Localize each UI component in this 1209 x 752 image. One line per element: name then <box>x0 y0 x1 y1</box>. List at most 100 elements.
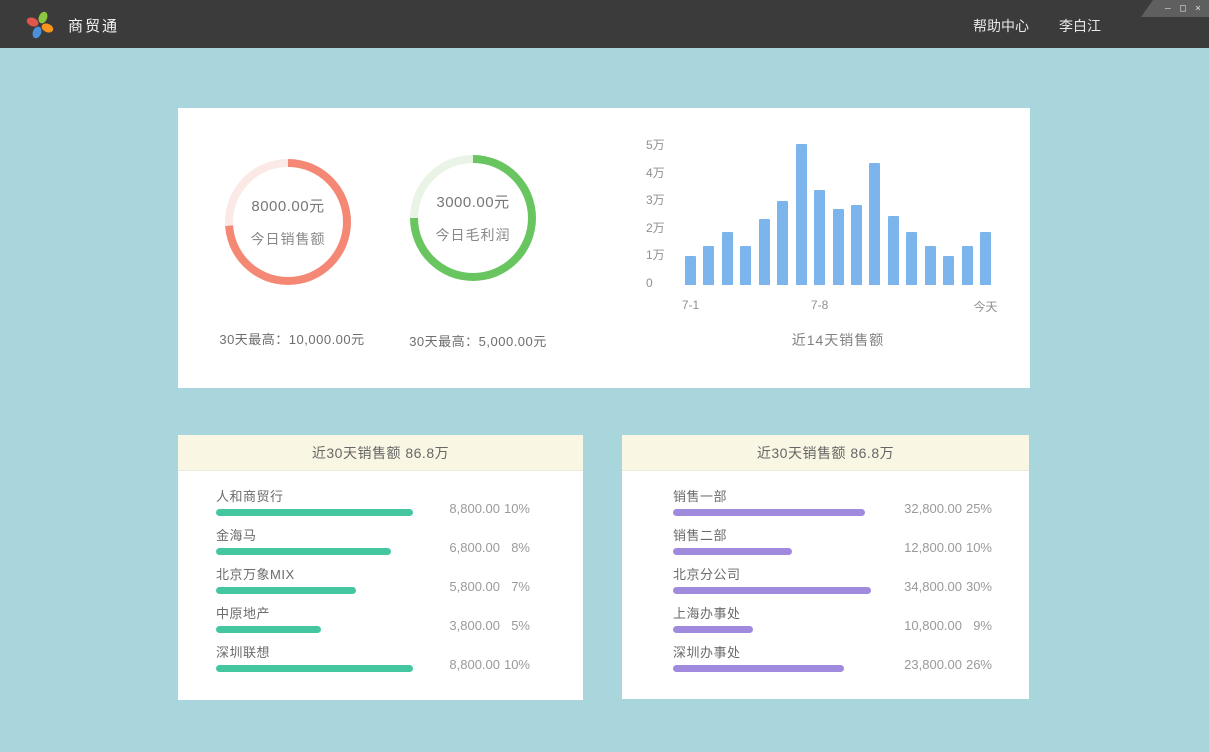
item-values: 23,800.0026% <box>887 657 992 673</box>
item-values: 8,800.0010% <box>425 657 530 673</box>
help-center-link[interactable]: 帮助中心 <box>973 16 1029 36</box>
list-item: 销售一部32,800.0025% <box>673 488 1029 516</box>
item-percent: 10% <box>500 657 530 673</box>
item-percent: 10% <box>500 501 530 517</box>
titlebar-menu: 帮助中心 李白江 <box>973 16 1101 36</box>
app-logo-pinwheel-icon <box>24 9 56 41</box>
list-item: 上海办事处10,800.009% <box>673 605 1029 633</box>
sales-day-bar <box>740 246 751 285</box>
overview-card: 8000.00元 今日销售额 30天最高：10,000.00元 3000.00元… <box>178 108 1030 388</box>
y-tick-label: 3万 <box>646 191 680 209</box>
list-item: 深圳联想8,800.0010% <box>216 644 583 672</box>
item-bar <box>673 626 753 633</box>
item-values: 32,800.0025% <box>887 501 992 517</box>
y-tick-label: 4万 <box>646 164 680 182</box>
today-sales-donut-center: 8000.00元 今日销售额 <box>225 159 351 285</box>
y-tick-label: 2万 <box>646 219 680 237</box>
item-amount: 34,800.00 <box>887 579 962 595</box>
today-profit-value: 3000.00元 <box>436 191 509 212</box>
item-bar <box>673 665 844 672</box>
app-title: 商贸通 <box>68 15 119 36</box>
item-percent: 30% <box>962 579 992 595</box>
x-tick-label: 今天 <box>974 298 998 315</box>
today-sales-donut: 8000.00元 今日销售额 <box>225 159 351 285</box>
profit-30d-max: 30天最高：5,000.00元 <box>388 331 568 350</box>
item-amount: 12,800.00 <box>887 540 962 556</box>
item-amount: 6,800.00 <box>425 540 500 556</box>
titlebar: 商贸通 帮助中心 李白江 — □ × <box>0 0 1209 48</box>
sales-day-bar <box>980 232 991 285</box>
customers-list: 人和商贸行8,800.0010% 金海马6,800.008% 北京万象MIX5,80… <box>178 471 583 672</box>
sales-day-bar <box>759 219 770 285</box>
item-bar <box>216 548 391 555</box>
item-values: 34,800.0030% <box>887 579 992 595</box>
sales-day-bar <box>722 232 733 285</box>
item-values: 3,800.005% <box>425 618 530 634</box>
bar-chart-title: 近14天销售额 <box>685 330 991 350</box>
today-profit-donut-center: 3000.00元 今日毛利润 <box>410 155 536 281</box>
customers-card-title: 近30天销售额 86.8万 <box>178 435 583 471</box>
list-item: 人和商贸行8,800.0010% <box>216 488 583 516</box>
list-item: 金海马6,800.008% <box>216 527 583 555</box>
y-tick-label: 0 <box>646 274 680 292</box>
item-bar <box>673 548 792 555</box>
departments-30d-card: 近30天销售额 86.8万 销售一部32,800.0025% 销售二部12,800… <box>622 435 1029 699</box>
sales-day-bar <box>685 256 696 285</box>
item-bar <box>673 587 871 594</box>
sales-day-bar <box>703 246 714 285</box>
item-amount: 5,800.00 <box>425 579 500 595</box>
today-profit-label: 今日毛利润 <box>436 225 511 245</box>
username-menu[interactable]: 李白江 <box>1059 16 1101 36</box>
sales-day-bar <box>943 256 954 285</box>
item-values: 5,800.007% <box>425 579 530 595</box>
item-values: 6,800.008% <box>425 540 530 556</box>
y-tick-label: 5万 <box>646 136 680 154</box>
sales-day-bar <box>925 246 936 285</box>
item-amount: 23,800.00 <box>887 657 962 673</box>
list-item: 中原地产3,800.005% <box>216 605 583 633</box>
list-item: 深圳办事处23,800.0026% <box>673 644 1029 672</box>
close-icon[interactable]: × <box>1195 1 1201 16</box>
departments-list: 销售一部32,800.0025% 销售二部12,800.0010% 北京分公司34,… <box>622 471 1029 672</box>
item-percent: 26% <box>962 657 992 673</box>
minimize-icon[interactable]: — <box>1165 1 1171 16</box>
sales-day-bar <box>796 144 807 285</box>
departments-card-title: 近30天销售额 86.8万 <box>622 435 1029 471</box>
item-bar <box>216 665 413 672</box>
sales-day-bar <box>833 209 844 285</box>
item-amount: 10,800.00 <box>887 618 962 634</box>
today-profit-donut: 3000.00元 今日毛利润 <box>410 155 536 281</box>
item-amount: 32,800.00 <box>887 501 962 517</box>
item-bar <box>216 509 413 516</box>
x-tick-label: 7-1 <box>682 298 699 312</box>
sales-day-bar <box>814 190 825 285</box>
sales-day-bar <box>869 163 880 285</box>
item-percent: 9% <box>962 618 992 634</box>
window-controls: — □ × <box>1141 0 1209 17</box>
sales-day-bar <box>962 246 973 285</box>
sales-14d-bar-chart: 5万4万3万2万1万0 7-17-8今天 近14天销售额 <box>638 136 1008 386</box>
item-bar <box>216 626 321 633</box>
today-sales-label: 今日销售额 <box>251 229 326 249</box>
bars <box>685 144 991 285</box>
item-values: 12,800.0010% <box>887 540 992 556</box>
item-amount: 8,800.00 <box>425 657 500 673</box>
sales-day-bar <box>851 205 862 285</box>
item-bar <box>673 509 865 516</box>
sales-30d-max: 30天最高：10,000.00元 <box>202 329 382 348</box>
sales-day-bar <box>777 201 788 285</box>
maximize-icon[interactable]: □ <box>1180 1 1186 16</box>
sales-day-bar <box>906 232 917 285</box>
sales-day-bar <box>888 216 899 285</box>
y-tick-label: 1万 <box>646 246 680 264</box>
item-bar <box>216 587 356 594</box>
list-item: 销售二部12,800.0010% <box>673 527 1029 555</box>
list-item: 北京万象MIX5,800.007% <box>216 566 583 594</box>
item-values: 8,800.0010% <box>425 501 530 517</box>
list-item: 北京分公司34,800.0030% <box>673 566 1029 594</box>
item-percent: 10% <box>962 540 992 556</box>
item-percent: 25% <box>962 501 992 517</box>
item-percent: 5% <box>500 618 530 634</box>
item-amount: 3,800.00 <box>425 618 500 634</box>
today-sales-value: 8000.00元 <box>251 195 324 216</box>
